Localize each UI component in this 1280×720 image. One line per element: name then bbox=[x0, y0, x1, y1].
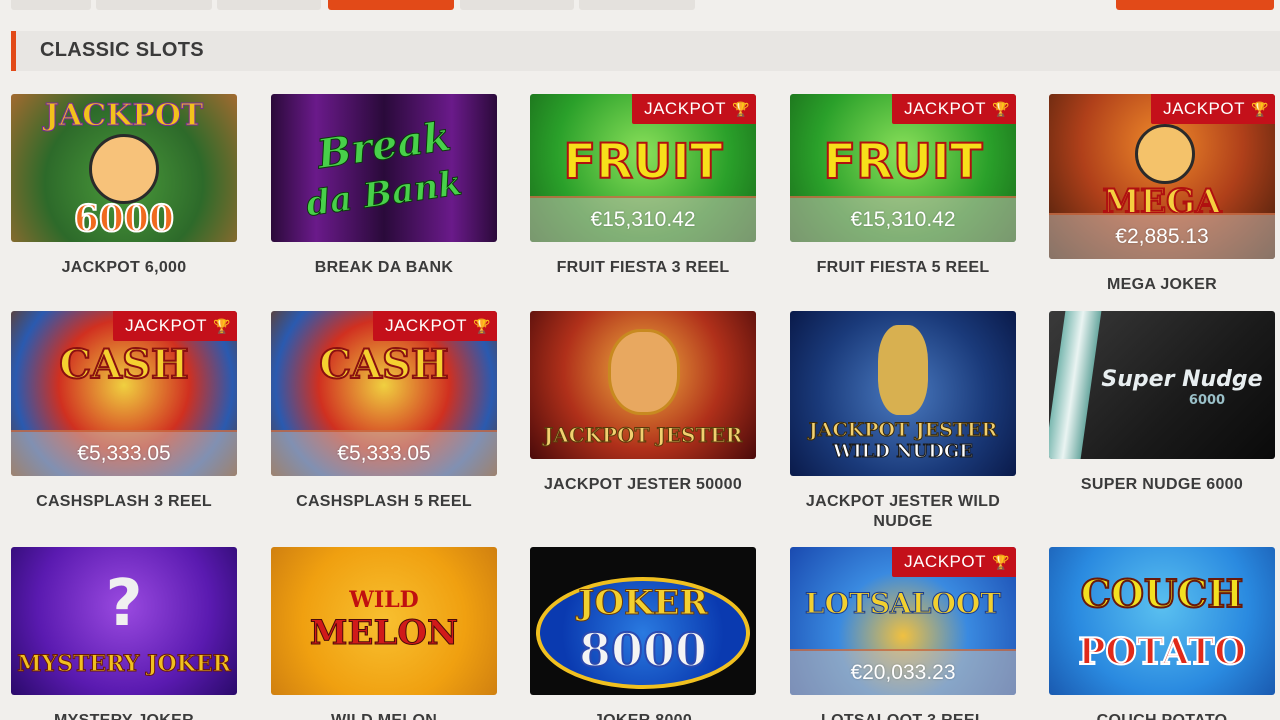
category-tab[interactable] bbox=[217, 0, 321, 10]
game-thumbnail[interactable]: JACKPOT JESTER WILD NUDGE bbox=[790, 311, 1016, 476]
trophy-icon: 🏆 bbox=[1251, 101, 1269, 117]
game-title[interactable]: CASHSPLASH 3 REEL bbox=[11, 492, 237, 512]
game-tile[interactable]: LOTSALOOT JACKPOT 🏆 €20,033.23 LOTSALOOT… bbox=[790, 547, 1016, 720]
category-tab-active[interactable] bbox=[328, 0, 454, 10]
jackpot-amount: €20,033.23 bbox=[790, 649, 1016, 695]
game-thumbnail[interactable]: ? MYSTERY JOKER bbox=[11, 547, 237, 695]
game-tile[interactable]: Super Nudge 6000 SUPER NUDGE 6000 bbox=[1049, 311, 1275, 495]
trophy-icon: 🏆 bbox=[992, 554, 1010, 570]
jackpot-badge: JACKPOT 🏆 bbox=[892, 94, 1016, 124]
game-tile[interactable]: FRUIT JACKPOT 🏆 €15,310.42 FRUIT FIESTA … bbox=[530, 94, 756, 278]
jackpot-amount: €15,310.42 bbox=[790, 196, 1016, 242]
category-tab[interactable] bbox=[11, 0, 91, 10]
game-tile[interactable]: MEGA JACKPOT 🏆 €2,885.13 MEGA JOKER bbox=[1049, 94, 1275, 295]
game-title[interactable]: FRUIT FIESTA 5 REEL bbox=[790, 258, 1016, 278]
jackpot-badge-label: JACKPOT bbox=[125, 316, 207, 335]
section-header: CLASSIC SLOTS bbox=[11, 31, 1280, 71]
game-tile[interactable]: JACKPOT JESTER WILD NUDGE JACKPOT JESTER… bbox=[790, 311, 1016, 532]
game-title[interactable]: BREAK DA BANK bbox=[271, 258, 497, 278]
game-tile[interactable]: ? MYSTERY JOKER MYSTERY JOKER bbox=[11, 547, 237, 720]
game-title[interactable]: WILD MELON bbox=[271, 711, 497, 720]
jackpot-badge-label: JACKPOT bbox=[1163, 99, 1245, 118]
jester-face-art bbox=[89, 134, 159, 204]
game-thumbnail[interactable]: WILD MELON bbox=[271, 547, 497, 695]
jackpot-amount: €5,333.05 bbox=[11, 430, 237, 476]
section-title: CLASSIC SLOTS bbox=[40, 39, 204, 61]
game-thumbnail[interactable]: COUCH POTATO bbox=[1049, 547, 1275, 695]
game-title[interactable]: LOTSALOOT 3 REEL bbox=[790, 711, 1016, 720]
jackpot-badge-label: JACKPOT bbox=[904, 552, 986, 571]
jackpot-badge: JACKPOT 🏆 bbox=[892, 547, 1016, 577]
game-thumbnail[interactable]: JOKER 8000 bbox=[530, 547, 756, 695]
game-thumbnail[interactable]: JACKPOT 6000 bbox=[11, 94, 237, 242]
game-title[interactable]: JACKPOT JESTER WILD NUDGE bbox=[790, 492, 1016, 532]
category-tab[interactable] bbox=[96, 0, 212, 10]
game-tile[interactable]: CASH JACKPOT 🏆 €5,333.05 CASHSPLASH 3 RE… bbox=[11, 311, 237, 512]
jackpot-badge: JACKPOT 🏆 bbox=[113, 311, 237, 341]
trophy-icon: 🏆 bbox=[473, 318, 491, 334]
game-thumbnail[interactable]: MEGA JACKPOT 🏆 €2,885.13 bbox=[1049, 94, 1275, 259]
jackpot-badge-label: JACKPOT bbox=[904, 99, 986, 118]
cta-button[interactable] bbox=[1116, 0, 1274, 10]
category-tab[interactable] bbox=[460, 0, 574, 10]
game-title[interactable]: MYSTERY JOKER bbox=[11, 711, 237, 720]
game-thumbnail[interactable]: FRUIT JACKPOT 🏆 €15,310.42 bbox=[790, 94, 1016, 242]
jackpot-amount: €15,310.42 bbox=[530, 196, 756, 242]
game-tile[interactable]: CASH JACKPOT 🏆 €5,333.05 CASHSPLASH 5 RE… bbox=[271, 311, 497, 512]
jackpot-amount: €5,333.05 bbox=[271, 430, 497, 476]
game-title[interactable]: SUPER NUDGE 6000 bbox=[1049, 475, 1275, 495]
game-title[interactable]: FRUIT FIESTA 3 REEL bbox=[530, 258, 756, 278]
game-thumbnail[interactable]: CASH JACKPOT 🏆 €5,333.05 bbox=[11, 311, 237, 476]
game-tile[interactable]: JOKER 8000 JOKER 8000 bbox=[530, 547, 756, 720]
game-tile[interactable]: WILD MELON WILD MELON bbox=[271, 547, 497, 720]
game-thumbnail[interactable]: Break da Bank bbox=[271, 94, 497, 242]
trophy-icon: 🏆 bbox=[732, 101, 750, 117]
game-title[interactable]: JACKPOT 6,000 bbox=[11, 258, 237, 278]
category-tab[interactable] bbox=[579, 0, 695, 10]
game-category-tabs bbox=[0, 0, 1280, 12]
game-tile[interactable]: JACKPOT 6000 JACKPOT 6,000 bbox=[11, 94, 237, 278]
game-title[interactable]: JACKPOT JESTER 50000 bbox=[530, 475, 756, 495]
jackpot-badge: JACKPOT 🏆 bbox=[1151, 94, 1275, 124]
game-tile[interactable]: COUCH POTATO COUCH POTATO bbox=[1049, 547, 1275, 720]
game-title[interactable]: COUCH POTATO bbox=[1049, 711, 1275, 720]
game-title[interactable]: MEGA JOKER bbox=[1049, 275, 1275, 295]
game-title[interactable]: CASHSPLASH 5 REEL bbox=[271, 492, 497, 512]
jackpot-badge: JACKPOT 🏆 bbox=[632, 94, 756, 124]
jackpot-amount: €2,885.13 bbox=[1049, 213, 1275, 259]
game-thumbnail[interactable]: Super Nudge 6000 bbox=[1049, 311, 1275, 459]
game-tile[interactable]: JACKPOT JESTER JACKPOT JESTER 50000 bbox=[530, 311, 756, 495]
game-thumbnail[interactable]: CASH JACKPOT 🏆 €5,333.05 bbox=[271, 311, 497, 476]
game-tile[interactable]: FRUIT JACKPOT 🏆 €15,310.42 FRUIT FIESTA … bbox=[790, 94, 1016, 278]
jackpot-badge-label: JACKPOT bbox=[385, 316, 467, 335]
game-thumbnail[interactable]: JACKPOT JESTER bbox=[530, 311, 756, 459]
jackpot-badge: JACKPOT 🏆 bbox=[373, 311, 497, 341]
jester-figure-art bbox=[878, 325, 928, 415]
trophy-icon: 🏆 bbox=[992, 101, 1010, 117]
jackpot-badge-label: JACKPOT bbox=[644, 99, 726, 118]
trophy-icon: 🏆 bbox=[213, 318, 231, 334]
game-tile[interactable]: Break da Bank BREAK DA BANK bbox=[271, 94, 497, 278]
game-thumbnail[interactable]: LOTSALOOT JACKPOT 🏆 €20,033.23 bbox=[790, 547, 1016, 695]
game-thumbnail[interactable]: FRUIT JACKPOT 🏆 €15,310.42 bbox=[530, 94, 756, 242]
jester-face-art bbox=[608, 329, 680, 415]
game-title[interactable]: JOKER 8000 bbox=[530, 711, 756, 720]
joker-face-art bbox=[1135, 124, 1195, 184]
